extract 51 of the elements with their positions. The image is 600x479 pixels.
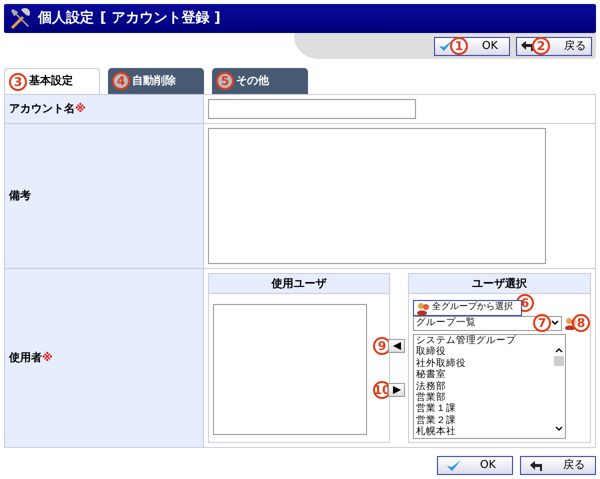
panel-heading: 使用ユーザ	[209, 274, 389, 294]
group-list-item[interactable]: 法務部	[416, 380, 553, 392]
group-dropdown[interactable]: グループ一覧 7	[413, 316, 562, 330]
group-list-item[interactable]: システム管理グループ	[416, 335, 553, 346]
scrollbar-thumb[interactable]	[554, 356, 564, 366]
check-icon	[438, 39, 454, 53]
group-list-item[interactable]: 営業２課	[416, 414, 553, 426]
window-title: 個人設定	[38, 8, 94, 28]
tab[interactable]: 4 自動削除	[108, 68, 204, 94]
remove-user-button[interactable]	[388, 383, 405, 397]
panel-heading: ユーザ選択	[409, 274, 590, 294]
callout-number: 7	[533, 314, 551, 332]
group-list-item[interactable]: 営業部	[416, 392, 553, 404]
callout-number: 2	[532, 37, 550, 55]
field-label: 使用者※	[9, 350, 53, 366]
group-list-item[interactable]: 札幌本社	[416, 426, 553, 438]
group-list-item[interactable]: 営業１課	[416, 403, 553, 415]
memo-field[interactable]	[208, 128, 546, 264]
callout-number: 5	[216, 72, 234, 90]
add-user-button[interactable]	[388, 339, 405, 353]
left-arrow-icon	[392, 342, 400, 350]
group-list-item[interactable]: 秘書室	[416, 369, 553, 381]
caret-icon	[551, 320, 559, 326]
group-icon	[416, 302, 430, 314]
right-arrow-icon	[392, 386, 400, 394]
input-field[interactable]	[208, 99, 416, 119]
ok-button[interactable]: 1 OK	[434, 36, 510, 56]
group-icon	[564, 316, 578, 330]
window-subtitle: [ アカウント登録 ]	[100, 9, 221, 28]
field-label: 備考	[9, 188, 31, 204]
select-all-groups-button[interactable]: 全グループから選択	[413, 300, 522, 316]
tools-icon	[8, 6, 32, 30]
scroll-up-icon[interactable]	[555, 347, 563, 353]
tab[interactable]: 3 基本設定	[4, 68, 100, 94]
tab[interactable]: 5 その他	[212, 68, 308, 94]
callout-number: 8	[572, 314, 590, 332]
back-arrow-icon	[520, 40, 536, 52]
callout-number: 1	[450, 37, 468, 55]
back-button[interactable]: 戻る	[520, 456, 596, 475]
used-users-list[interactable]	[213, 304, 367, 435]
back-button[interactable]: 2 戻る	[516, 36, 592, 56]
group-list[interactable]: システム管理グループ 取締役 社外取締役 秘書室 法務部 営業部 営業１課 営業２課 札幌本社	[413, 334, 566, 439]
ok-button[interactable]: OK	[437, 456, 513, 475]
group-list-item[interactable]: 取締役	[416, 346, 553, 358]
field-label: アカウント名※	[9, 100, 86, 117]
check-icon	[446, 458, 462, 472]
callout-number: 4	[112, 72, 130, 90]
callout-number: 3	[9, 72, 27, 90]
back-arrow-icon	[529, 460, 545, 472]
group-list-item[interactable]: 社外取締役	[416, 358, 553, 370]
scroll-down-icon[interactable]	[555, 426, 563, 432]
